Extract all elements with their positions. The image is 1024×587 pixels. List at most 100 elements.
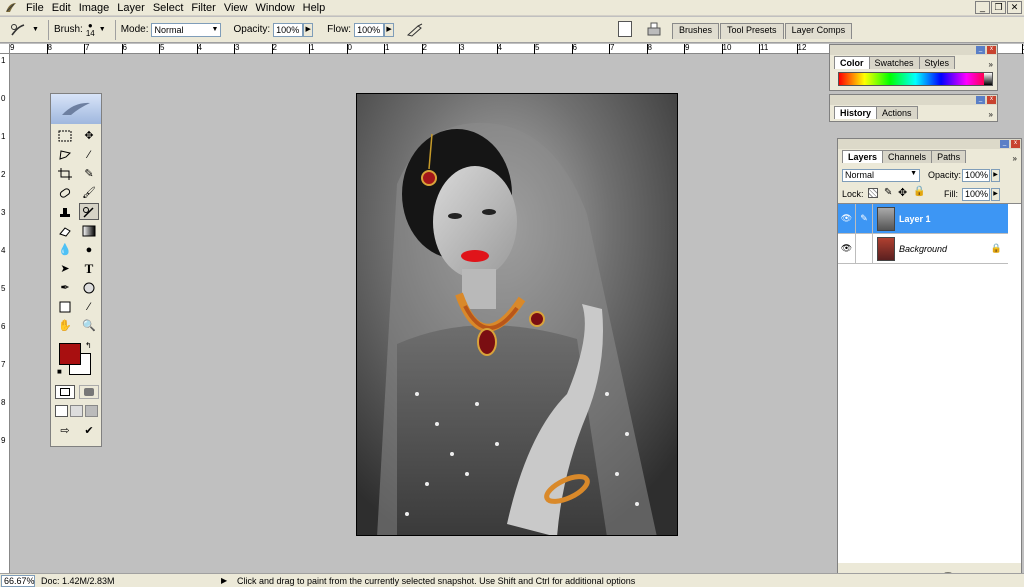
blur-tool-icon[interactable]: 💧: [55, 241, 75, 258]
mode-select[interactable]: Normal ▼: [151, 22, 222, 37]
gradient-tool-icon[interactable]: [79, 222, 99, 239]
eyedropper-tool-icon[interactable]: ⁄: [79, 298, 99, 315]
airbrush-icon[interactable]: [404, 23, 426, 37]
history-panel-close-icon[interactable]: x: [987, 96, 996, 104]
tab-channels[interactable]: Channels: [882, 150, 933, 163]
lock-all-icon[interactable]: 🔒: [913, 186, 925, 197]
vertical-ruler[interactable]: 1 0 1 2 3 4 5 6 7 8 9: [0, 54, 10, 574]
check-icon[interactable]: ✔: [79, 423, 99, 437]
lasso-tool-icon[interactable]: [55, 146, 75, 163]
status-menu-arrow-icon[interactable]: ▶: [221, 576, 231, 585]
well-tab-tool-presets[interactable]: Tool Presets: [720, 23, 784, 39]
move-tool-icon[interactable]: ✥: [79, 127, 99, 144]
full-screen-menubar-mode-icon[interactable]: [70, 405, 83, 417]
history-panel-titlebar[interactable]: _ x: [830, 95, 997, 105]
history-panel-minimize-icon[interactable]: _: [976, 96, 985, 104]
blend-mode-select[interactable]: Normal ▼: [842, 169, 920, 182]
foreground-color-swatch[interactable]: [59, 343, 81, 365]
doc-size[interactable]: Doc: 1.42M/2.83M: [41, 576, 191, 586]
standard-mode-icon[interactable]: [55, 385, 75, 399]
menu-view[interactable]: View: [220, 0, 252, 16]
lock-transparency-icon[interactable]: [868, 188, 878, 198]
layers-panel-menu-icon[interactable]: »: [1013, 154, 1017, 163]
brush-tool-icon[interactable]: 🖌: [79, 184, 99, 201]
ruler-origin[interactable]: [0, 44, 10, 54]
history-brush-preset-icon[interactable]: [6, 22, 32, 38]
lock-image-icon[interactable]: ✎: [884, 187, 892, 198]
tab-color[interactable]: Color: [834, 56, 870, 69]
tab-swatches[interactable]: Swatches: [868, 56, 920, 69]
path-selection-tool-icon[interactable]: ➤: [55, 260, 75, 277]
hand-tool-icon[interactable]: ✋: [55, 317, 75, 334]
jump-to-imageready-icon[interactable]: ⇨: [55, 423, 75, 437]
fill-arrow-icon[interactable]: ▶: [991, 188, 1000, 201]
brush-dropdown-icon[interactable]: ▼: [99, 26, 106, 33]
restore-icon[interactable]: ❐: [991, 1, 1006, 14]
layer-row-layer-1[interactable]: 👁 ✎ Layer 1: [838, 203, 1008, 234]
document-canvas[interactable]: [356, 93, 678, 536]
quick-mask-mode-icon[interactable]: [79, 385, 99, 399]
layer-row-background[interactable]: 👁 Background 🔒: [838, 233, 1008, 264]
clone-stamp-tool-icon[interactable]: [55, 203, 75, 220]
magic-wand-tool-icon[interactable]: ⁄: [79, 146, 99, 163]
history-panel-menu-icon[interactable]: »: [989, 110, 993, 119]
marquee-tool-icon[interactable]: [55, 127, 75, 144]
menu-filter[interactable]: Filter: [187, 0, 219, 16]
healing-brush-tool-icon[interactable]: [55, 184, 75, 201]
menu-file[interactable]: File: [22, 0, 48, 16]
tab-paths[interactable]: Paths: [931, 150, 967, 163]
well-tab-layer-comps[interactable]: Layer Comps: [784, 23, 853, 39]
menu-window[interactable]: Window: [252, 0, 299, 16]
menu-edit[interactable]: Edit: [48, 0, 75, 16]
menu-image[interactable]: Image: [75, 0, 114, 16]
palette-well-icon[interactable]: [646, 21, 662, 37]
tab-actions[interactable]: Actions: [876, 106, 918, 119]
opacity-slider-arrow-icon[interactable]: ▶: [303, 22, 314, 37]
preset-dropdown-icon[interactable]: ▼: [32, 26, 39, 33]
standard-screen-mode-icon[interactable]: [55, 405, 68, 417]
well-tab-brushes[interactable]: Brushes: [672, 23, 720, 39]
tab-layers[interactable]: Layers: [842, 150, 884, 163]
zoom-tool-icon[interactable]: 🔍: [79, 317, 99, 334]
swap-colors-icon[interactable]: ↰: [85, 341, 92, 350]
eraser-tool-icon[interactable]: [55, 222, 75, 239]
color-panel-menu-icon[interactable]: »: [989, 60, 993, 69]
full-screen-mode-icon[interactable]: [85, 405, 98, 417]
toolbox-header[interactable]: [51, 94, 101, 124]
layers-panel-minimize-icon[interactable]: _: [1000, 140, 1009, 148]
file-browser-icon[interactable]: [618, 21, 632, 37]
pen-tool-icon[interactable]: ✒: [55, 279, 75, 296]
zoom-level-field[interactable]: 66.67%: [1, 574, 35, 587]
opacity-input[interactable]: 100%: [273, 22, 304, 37]
layer-visibility-eye-icon[interactable]: 👁: [838, 233, 856, 264]
history-brush-tool-icon[interactable]: [79, 203, 99, 220]
notes-tool-icon[interactable]: [55, 298, 75, 315]
layer-opacity-input[interactable]: 100%: [962, 169, 990, 182]
flow-input[interactable]: 100%: [354, 22, 385, 37]
layers-panel-close-icon[interactable]: x: [1011, 140, 1020, 148]
menu-layer[interactable]: Layer: [113, 0, 149, 16]
menu-select[interactable]: Select: [149, 0, 188, 16]
layer-visibility-eye-icon[interactable]: 👁: [838, 203, 856, 234]
brush-picker[interactable]: ● 14: [86, 21, 95, 38]
menu-help[interactable]: Help: [299, 0, 330, 16]
fill-input[interactable]: 100%: [962, 188, 990, 201]
dodge-tool-icon[interactable]: ●: [79, 241, 99, 258]
lock-position-icon[interactable]: ✥: [898, 186, 907, 199]
close-icon[interactable]: ✕: [1007, 1, 1022, 14]
color-panel-titlebar[interactable]: _ x: [830, 45, 997, 55]
color-panel-minimize-icon[interactable]: _: [976, 46, 985, 54]
shape-tool-icon[interactable]: [79, 279, 99, 296]
color-ramp[interactable]: [838, 72, 993, 86]
type-tool-icon[interactable]: T: [79, 260, 99, 277]
color-panel-close-icon[interactable]: x: [987, 46, 996, 54]
crop-tool-icon[interactable]: [55, 165, 75, 182]
default-colors-icon[interactable]: ■: [57, 367, 62, 376]
layer-link-cell[interactable]: [856, 233, 873, 264]
tab-history[interactable]: History: [834, 106, 878, 119]
tab-styles[interactable]: Styles: [918, 56, 956, 69]
slice-tool-icon[interactable]: ✎: [79, 165, 99, 182]
layers-panel-titlebar[interactable]: _ x: [838, 139, 1021, 149]
layer-opacity-arrow-icon[interactable]: ▶: [991, 169, 1000, 182]
flow-slider-arrow-icon[interactable]: ▶: [384, 22, 395, 37]
